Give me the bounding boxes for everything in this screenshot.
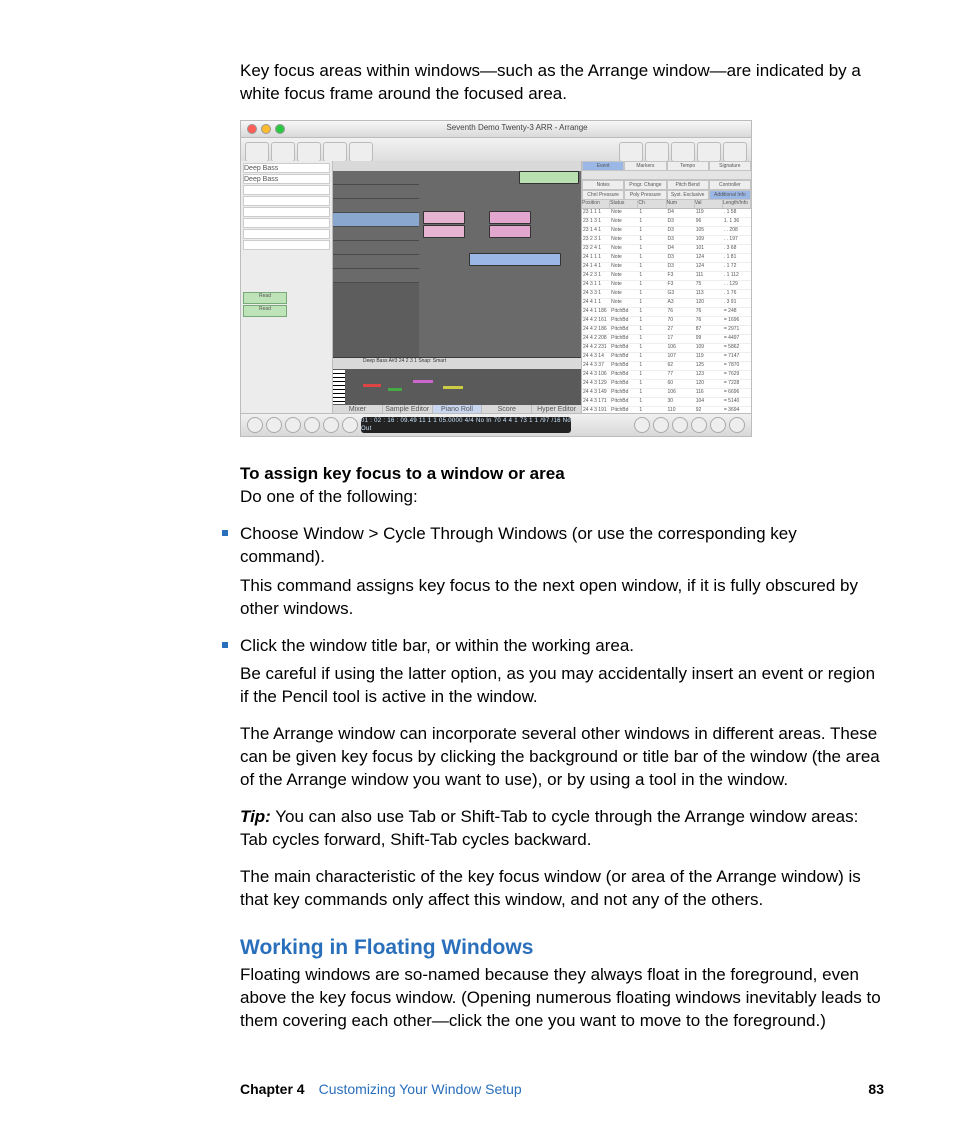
- toolbar-button: [271, 142, 295, 162]
- mac-titlebar: Seventh Demo Twenty-3 ARR - Arrange: [241, 121, 751, 138]
- close-icon: [247, 124, 257, 134]
- toolbar-button: [349, 142, 373, 162]
- event-row: 23 1 1 1Note1D4119. 1 58: [582, 209, 751, 218]
- event-row: 24 4 3 37PitchBd162125= 7870: [582, 362, 751, 371]
- list-item: Click the window title bar, or within th…: [222, 635, 884, 710]
- region-area: [419, 171, 581, 358]
- event-row: 24 1 1 1Note1D3124. 1 81: [582, 254, 751, 263]
- toolbar-button: [619, 142, 643, 162]
- event-row: 24 3 1 1Note1F375. . 129: [582, 281, 751, 290]
- read-button: Read: [243, 305, 287, 317]
- fast-forward-icon: [266, 417, 282, 433]
- bullet-main: Click the window title bar, or within th…: [240, 636, 634, 655]
- event-row: 24 4 3 171PitchBd130104= 5140: [582, 398, 751, 407]
- event-row: 24 4 3 106PitchBd177123= 7629: [582, 371, 751, 380]
- list-item: Choose Window > Cycle Through Windows (o…: [222, 523, 884, 621]
- body-paragraph: The Arrange window can incorporate sever…: [240, 723, 884, 792]
- chapter-title: Customizing Your Window Setup: [319, 1080, 869, 1099]
- event-row: 24 1 4 1Note1D3124. 1 72: [582, 263, 751, 272]
- event-row: 24 4 1 1Note1A3120. 3 91: [582, 299, 751, 308]
- event-row: 24 4 3 14PitchBd1107119= 7147: [582, 353, 751, 362]
- event-row: 24 3 3 1Note1G3113. 1 76: [582, 290, 751, 299]
- event-row: 23 2 4 1Note1D4101. 3 68: [582, 245, 751, 254]
- section-paragraph: Floating windows are so-named because th…: [240, 964, 884, 1033]
- page: Key focus areas within windows—such as t…: [0, 0, 954, 1145]
- piano-roll: Deep Bass A#3 24 2 3 1 Snap: Smart Mixer…: [333, 357, 581, 416]
- play-icon: [304, 417, 320, 433]
- steps-list: Choose Window > Cycle Through Windows (o…: [222, 523, 884, 710]
- task-heading: To assign key focus to a window or area: [240, 463, 884, 486]
- page-number: 83: [868, 1080, 884, 1099]
- event-list: Event Markers Tempo Signature Notes Prog…: [581, 161, 751, 416]
- toolbar-button: [723, 142, 747, 162]
- window-title: Seventh Demo Twenty-3 ARR - Arrange: [289, 123, 745, 134]
- minimize-icon: [261, 124, 271, 134]
- event-row: 24 4 3 129PitchBd160120= 7228: [582, 380, 751, 389]
- arrange-area: Deep Bass A#3 24 2 3 1 Snap: Smart Mixer…: [333, 161, 581, 416]
- toolbar-button: [645, 142, 669, 162]
- task-intro: Do one of the following:: [240, 486, 884, 509]
- read-button: Read: [243, 292, 287, 304]
- event-row: 24 4 1 186PitchBd17676= 248: [582, 308, 751, 317]
- toolbar-button: [671, 142, 695, 162]
- event-row: 23 2 3 1Note1D3109. . 197: [582, 236, 751, 245]
- page-footer: Chapter 4 Customizing Your Window Setup …: [240, 1080, 884, 1099]
- tip-label: Tip:: [240, 807, 271, 826]
- event-row: 24 4 2 161PitchBd17076= 1696: [582, 317, 751, 326]
- pause-icon: [323, 417, 339, 433]
- event-row: 23 1 4 1Note1D3105. . 208: [582, 227, 751, 236]
- rewind-icon: [247, 417, 263, 433]
- zoom-icon: [275, 124, 285, 134]
- event-columns: Position Status Ch Num Val Length/Info: [582, 200, 751, 209]
- inspector-row: Deep Bass: [243, 163, 330, 173]
- tip-paragraph: Tip: You can also use Tab or Shift-Tab t…: [240, 806, 884, 852]
- event-row: 24 4 2 186PitchBd12787= 2971: [582, 326, 751, 335]
- inspector-panel: Deep Bass Deep Bass Read Read: [241, 161, 333, 416]
- record-icon: [342, 417, 358, 433]
- arrange-window-screenshot: Seventh Demo Twenty-3 ARR - Arrange Deep…: [240, 120, 752, 437]
- event-row: 24 2 3 1Note1F3111. 1 112: [582, 272, 751, 281]
- toolbar-button: [697, 142, 721, 162]
- chapter-label: Chapter 4: [240, 1080, 305, 1099]
- event-row: 24 4 2 208PitchBd11799= 4497: [582, 335, 751, 344]
- body-paragraph: The main characteristic of the key focus…: [240, 866, 884, 912]
- toolbar-button: [245, 142, 269, 162]
- event-row: 24 4 2 231PitchBd1106109= 5862: [582, 344, 751, 353]
- content-column: Key focus areas within windows—such as t…: [240, 60, 884, 1033]
- bullet-sub: Be careful if using the latter option, a…: [240, 663, 884, 709]
- toolbar-button: [297, 142, 321, 162]
- transport-lcd: 01 : 02 : 16 : 09.49 11 1 1 05.0000 4/4 …: [361, 417, 571, 433]
- tip-text: You can also use Tab or Shift-Tab to cyc…: [240, 807, 858, 849]
- event-row: 24 4 3 149PitchBd1106116= 6696: [582, 389, 751, 398]
- stop-icon: [285, 417, 301, 433]
- transport-bar: 01 : 02 : 16 : 09.49 11 1 1 05.0000 4/4 …: [241, 413, 751, 436]
- inspector-row: Deep Bass: [243, 174, 330, 184]
- section-heading: Working in Floating Windows: [240, 934, 884, 962]
- toolbar-button: [323, 142, 347, 162]
- bullet-sub: This command assigns key focus to the ne…: [240, 575, 884, 621]
- intro-paragraph: Key focus areas within windows—such as t…: [240, 60, 884, 106]
- bullet-main: Choose Window > Cycle Through Windows (o…: [240, 524, 797, 566]
- event-row: 23 1 3 1Note1D3961. 1 36: [582, 218, 751, 227]
